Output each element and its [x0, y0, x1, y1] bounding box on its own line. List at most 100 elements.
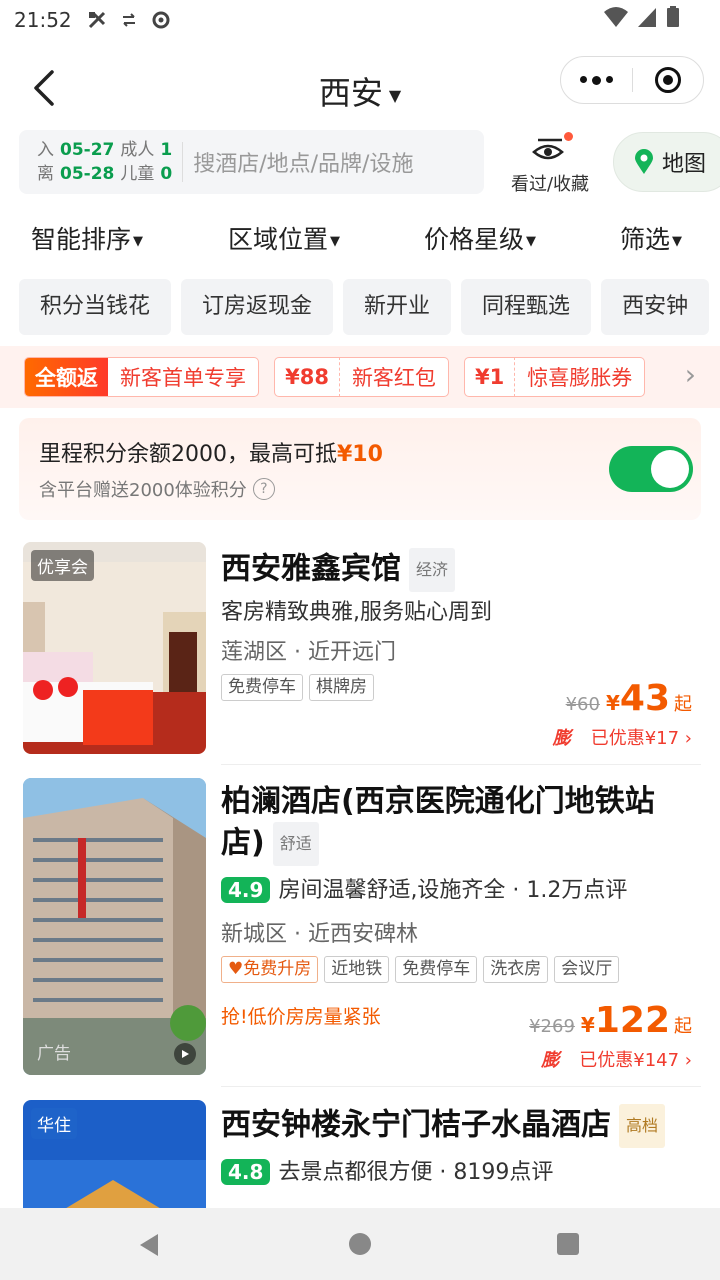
sort-smart[interactable]: 智能排序 ▼	[31, 220, 143, 256]
nav-recents-button[interactable]	[556, 1232, 580, 1260]
video-play-icon[interactable]	[174, 1043, 196, 1065]
notification-icon	[86, 9, 108, 31]
hotel-tag-upgrade: ♥免费升房	[221, 956, 319, 983]
settings-icon	[150, 9, 172, 31]
sort-label: 智能排序	[31, 225, 132, 254]
heart-icon: ♥	[228, 959, 244, 979]
caret-down-icon: ▼	[133, 233, 144, 249]
hotel-tags: 免费停车 棋牌房	[221, 674, 374, 701]
sort-area[interactable]: 区域位置 ▼	[228, 220, 340, 256]
points-amount: ¥10	[337, 442, 383, 467]
checkin-label: 入	[37, 140, 54, 160]
square-recents-icon	[557, 1233, 579, 1255]
points-card: 里程积分余额2000，最高可抵¥10 含平台赠送2000体验积分?	[19, 418, 701, 520]
price-suffix: 起	[674, 1016, 692, 1037]
miniprogram-capsule	[560, 56, 704, 104]
hotel-tag: 会议厅	[554, 956, 620, 983]
hotel-card[interactable]: 华住 西安钟楼永宁门桔子水晶酒店 高档 4.8 去景点都很方便 · 8199点评	[0, 1100, 720, 1208]
chip-cashback[interactable]: 订房返现金	[181, 279, 334, 335]
caret-down-icon: ▼	[526, 233, 537, 249]
triangle-back-icon	[140, 1234, 158, 1256]
battery-icon	[666, 6, 680, 33]
boom-icon: 膨	[541, 1050, 560, 1071]
discount-text: 已优惠¥147	[579, 1050, 680, 1071]
coupon-full-refund[interactable]: 全额返 新客首单专享	[24, 357, 259, 397]
system-nav-bar	[0, 1208, 720, 1280]
hotel-tag: 近地铁	[324, 956, 390, 983]
points-toggle[interactable]	[609, 446, 693, 492]
discount-info[interactable]: 膨已优惠¥17 ›	[553, 724, 692, 750]
hotel-photo: 广告	[23, 778, 206, 1075]
search-input[interactable]: 搜酒店/地点/品牌/设施	[193, 146, 413, 178]
rating-score: 4.9	[221, 877, 271, 903]
hotel-tag: 棋牌房	[309, 674, 374, 701]
chip-selected[interactable]: 同程甄选	[461, 279, 592, 335]
search-box[interactable]: 入 05-27 成人 1 离 05-28 儿童 0 搜酒店/地点/品牌/设施	[19, 130, 484, 194]
hotel-grade: 经济	[409, 548, 456, 592]
search-row: 入 05-27 成人 1 离 05-28 儿童 0 搜酒店/地点/品牌/设施 看…	[0, 130, 720, 196]
points-balance: 里程积分余额2000，最高可抵¥10	[39, 436, 383, 468]
current-price: 43	[619, 678, 670, 719]
hotel-card[interactable]: 广告 柏澜酒店(西京医院通化门地铁站店) 舒适 4.9 房间温馨舒适,设施齐全 · …	[0, 778, 720, 1090]
target-icon	[654, 67, 681, 93]
chevron-right-icon[interactable]: ›	[685, 358, 696, 391]
nav-home-button[interactable]	[348, 1232, 372, 1260]
map-button[interactable]: 地图	[613, 132, 720, 192]
chevron-right-icon: ›	[684, 728, 692, 749]
discount-info[interactable]: 膨已优惠¥147 ›	[541, 1046, 692, 1072]
adult-count: 1	[160, 140, 173, 160]
hotel-photo: 优享会	[23, 542, 206, 754]
price-block: ¥60 ¥43 起	[566, 678, 692, 719]
nav-bar: 西安 ▼	[0, 52, 720, 124]
nav-back-button[interactable]	[136, 1232, 162, 1262]
adult-label: 成人	[120, 140, 155, 160]
points-note: 含平台赠送2000体验积分?	[39, 476, 275, 502]
hotel-location: 莲湖区 · 近开远门	[221, 640, 396, 665]
chevron-right-icon: ›	[684, 1050, 692, 1071]
photo-tag: 优享会	[31, 550, 94, 581]
photo-tag: 华住	[31, 1108, 77, 1139]
date-guest-selector[interactable]: 入 05-27 成人 1 离 05-28 儿童 0	[37, 138, 172, 186]
urgency-notice: 抢!低价房房量紧张	[221, 1006, 381, 1028]
checkin-date: 05-27	[60, 140, 115, 160]
viewed-label: 看过/收藏	[510, 174, 590, 195]
points-text: 里程积分余额2000，最高可抵	[39, 442, 337, 467]
review-text: 房间温馨舒适,设施齐全 · 1.2万点评	[278, 878, 628, 903]
chip-points[interactable]: 积分当钱花	[19, 279, 172, 335]
hotel-location: 新城区 · 近西安碑林	[221, 922, 418, 947]
hotel-name: 西安钟楼永宁门桔子水晶酒店 高档	[221, 1104, 666, 1148]
hotel-name-text: 西安雅鑫宾馆	[221, 551, 401, 587]
close-miniprogram-button[interactable]	[633, 67, 704, 93]
chip-new-open[interactable]: 新开业	[343, 279, 452, 335]
hotel-tag: 免费停车	[395, 956, 478, 983]
sort-price-star[interactable]: 价格星级 ▼	[424, 220, 536, 256]
viewed-favorites-button[interactable]: 看过/收藏	[500, 132, 600, 196]
coupon-strip: 全额返 新客首单专享 ¥88 新客红包 ¥1 惊喜膨胀券 ›	[0, 346, 720, 408]
boom-icon: 膨	[552, 728, 571, 749]
sort-label: 区域位置	[228, 225, 329, 254]
status-time: 21:52	[14, 8, 72, 32]
chip-xian-bell[interactable]: 西安钟	[601, 279, 710, 335]
more-button[interactable]	[561, 75, 632, 85]
caret-down-icon: ▼	[330, 233, 341, 249]
coupon-head: ¥88	[275, 358, 340, 396]
sort-label: 筛选	[620, 225, 671, 254]
eye-icon	[532, 138, 564, 160]
hotel-grade: 高档	[619, 1104, 666, 1148]
sort-filter[interactable]: 筛选 ▼	[620, 220, 682, 256]
status-bar: 21:52	[0, 0, 720, 40]
help-icon[interactable]: ?	[252, 478, 275, 500]
coupon-surprise[interactable]: ¥1 惊喜膨胀券	[464, 357, 646, 397]
wifi-icon	[604, 6, 628, 33]
signal-icon	[636, 6, 658, 33]
coupon-red-packet[interactable]: ¥88 新客红包	[274, 357, 449, 397]
caret-down-icon: ▼	[672, 233, 683, 249]
hotel-card[interactable]: 优享会 西安雅鑫宾馆 经济 客房精致典雅,服务贴心周到 莲湖区 · 近开远门 免费…	[0, 542, 720, 772]
hotel-name-text: 西安钟楼永宁门桔子水晶酒店	[221, 1107, 611, 1143]
child-label: 儿童	[120, 164, 155, 184]
points-note-text: 含平台赠送2000体验积分	[39, 480, 247, 501]
hotel-grade: 舒适	[272, 822, 319, 866]
price-suffix: 起	[674, 694, 692, 715]
coupon-head: ¥1	[465, 358, 516, 396]
hotel-review: 4.8 去景点都很方便 · 8199点评	[221, 1154, 553, 1186]
